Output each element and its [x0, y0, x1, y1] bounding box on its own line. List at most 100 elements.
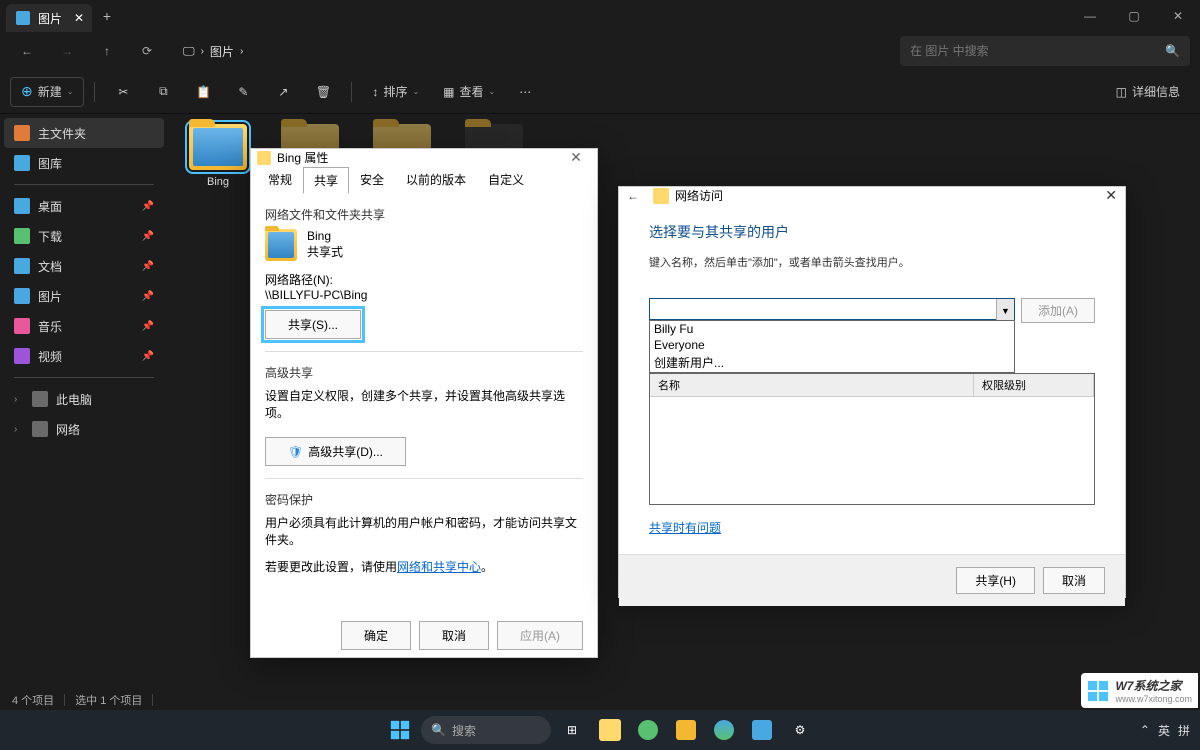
cut-button[interactable]: ✂ — [105, 77, 141, 107]
apply-button[interactable]: 应用(A) — [497, 621, 583, 650]
pin-icon[interactable]: 📌 — [142, 201, 154, 212]
back-button[interactable]: ← — [10, 36, 44, 66]
plus-icon: ⊕ — [21, 83, 33, 100]
search-box[interactable]: 🔍 — [900, 36, 1190, 66]
taskbar-app[interactable] — [669, 713, 703, 747]
maximize-button[interactable]: ▢ — [1112, 0, 1156, 32]
task-view-button[interactable]: ⊞ — [555, 713, 589, 747]
close-button[interactable]: ✕ — [1156, 0, 1200, 32]
breadcrumb-seg[interactable]: 图片 — [207, 43, 237, 60]
sb-label: 下载 — [38, 228, 62, 245]
folder-label: Bing — [184, 176, 252, 188]
music-icon — [14, 318, 30, 334]
dialog-body: 网络文件和文件夹共享 Bing 共享式 网络路径(N): \\BILLYFU-P… — [251, 194, 597, 611]
paste-button[interactable]: 📋 — [185, 77, 221, 107]
pin-icon[interactable]: 📌 — [142, 291, 154, 302]
sidebar-item-network[interactable]: ›网络 — [4, 414, 164, 444]
folder-bing[interactable]: Bing — [184, 124, 252, 188]
refresh-button[interactable]: ⟳ — [130, 36, 164, 66]
copy-button[interactable]: ⧉ — [145, 77, 181, 107]
taskbar-search[interactable]: 🔍搜索 — [421, 716, 551, 744]
chevron-right-icon[interactable]: › — [14, 424, 24, 435]
close-tab-icon[interactable]: ✕ — [74, 11, 84, 25]
dropdown-option[interactable]: 创建新用户... — [650, 353, 1014, 372]
sidebar: 主文件夹 图库 桌面📌 下载 📌 文档📌 图片📌 音乐📌 视频 📌 ›此电脑 ›网络 — [0, 114, 168, 690]
advanced-sharing-button[interactable]: 🛡高级共享(D)... — [265, 437, 406, 466]
dropdown-option[interactable]: Everyone — [650, 337, 1014, 353]
col-permission[interactable]: 权限级别 — [974, 374, 1094, 396]
new-button[interactable]: ⊕新建⌄ — [10, 77, 84, 107]
dropdown-button[interactable]: ▼ — [996, 299, 1014, 322]
sidebar-item-downloads[interactable]: 下载 📌 — [4, 221, 164, 251]
sidebar-item-desktop[interactable]: 桌面📌 — [4, 191, 164, 221]
dialog-titlebar[interactable]: Bing 属性 ✕ — [251, 149, 597, 166]
tab-sharing[interactable]: 共享 — [303, 167, 349, 194]
tab-general[interactable]: 常规 — [257, 166, 303, 193]
start-button[interactable] — [383, 713, 417, 747]
share-button[interactable]: 共享(S)... — [265, 310, 361, 339]
user-combobox[interactable]: ▼ Billy Fu Everyone 创建新用户... — [649, 298, 1015, 323]
chevron-down-icon: ⌄ — [412, 87, 419, 96]
ime-indicator[interactable]: 英 — [1158, 722, 1170, 739]
sidebar-item-home[interactable]: 主文件夹 — [4, 118, 164, 148]
search-icon[interactable]: 🔍 — [1165, 44, 1180, 58]
tab-previous-versions[interactable]: 以前的版本 — [395, 166, 477, 193]
chevron-down-icon: ⌄ — [67, 87, 74, 96]
view-button[interactable]: ▦查看⌄ — [433, 77, 505, 107]
ok-button[interactable]: 确定 — [341, 621, 411, 650]
sidebar-item-thispc[interactable]: ›此电脑 — [4, 384, 164, 414]
sb-label: 视频 — [38, 348, 62, 365]
cancel-button[interactable]: 取消 — [419, 621, 489, 650]
dialog-titlebar[interactable]: ← 网络访问 ✕ — [619, 187, 1125, 204]
share-button[interactable]: ↗ — [265, 77, 301, 107]
col-name[interactable]: 名称 — [650, 374, 974, 396]
sidebar-item-gallery[interactable]: 图库 — [4, 148, 164, 178]
taskbar-app[interactable] — [745, 713, 779, 747]
pin-icon[interactable]: 📌 — [142, 231, 154, 242]
sidebar-item-videos[interactable]: 视频 📌 — [4, 341, 164, 371]
taskbar-app[interactable] — [593, 713, 627, 747]
close-icon[interactable]: ✕ — [561, 149, 591, 166]
sort-button[interactable]: ↕排序⌄ — [362, 77, 429, 107]
sidebar-item-documents[interactable]: 文档📌 — [4, 251, 164, 281]
back-button[interactable]: ← — [627, 189, 647, 203]
taskbar-app[interactable] — [707, 713, 741, 747]
details-pane-button[interactable]: ◫详细信息 — [1106, 77, 1190, 107]
section-header: 网络文件和文件夹共享 — [265, 206, 583, 223]
network-sharing-center-link[interactable]: 网络和共享中心 — [397, 560, 481, 574]
chevron-right-icon[interactable]: › — [14, 394, 24, 405]
add-button[interactable]: 添加(A) — [1021, 298, 1095, 323]
sidebar-item-pictures[interactable]: 图片📌 — [4, 281, 164, 311]
computer-icon — [32, 391, 48, 407]
new-tab-button[interactable]: + — [92, 8, 122, 24]
cancel-button[interactable]: 取消 — [1043, 567, 1105, 594]
forward-button[interactable]: → — [50, 36, 84, 66]
minimize-button[interactable]: — — [1068, 0, 1112, 32]
chevron-up-icon[interactable]: ⌃ — [1140, 723, 1150, 737]
up-button[interactable]: ↑ — [90, 36, 124, 66]
share-button[interactable]: 共享(H) — [956, 567, 1035, 594]
user-input[interactable] — [649, 298, 1015, 320]
network-access-dialog: ← 网络访问 ✕ 选择要与其共享的用户 键入名称，然后单击"添加"，或者单击箭头… — [618, 186, 1126, 598]
breadcrumb[interactable]: 🖵 › 图片 › — [170, 43, 894, 60]
pin-icon[interactable]: 📌 — [142, 261, 154, 272]
taskbar-app[interactable]: ⚙ — [783, 713, 817, 747]
shared-users-list[interactable]: 名称 权限级别 — [649, 373, 1095, 505]
sidebar-item-music[interactable]: 音乐📌 — [4, 311, 164, 341]
tab-security[interactable]: 安全 — [349, 166, 395, 193]
delete-button[interactable]: 🗑 — [305, 77, 341, 107]
search-input[interactable] — [910, 44, 1165, 58]
pin-icon[interactable]: 📌 — [142, 351, 154, 362]
rename-button[interactable]: ✎ — [225, 77, 261, 107]
more-button[interactable]: ⋯ — [509, 77, 541, 107]
close-icon[interactable]: ✕ — [1105, 187, 1117, 204]
sort-label: 排序 — [383, 83, 407, 100]
ime-indicator[interactable]: 拼 — [1178, 722, 1190, 739]
window-tab[interactable]: 图片 ✕ — [6, 4, 92, 32]
troubleshoot-link[interactable]: 共享时有问题 — [649, 521, 721, 535]
taskbar-app[interactable] — [631, 713, 665, 747]
pin-icon[interactable]: 📌 — [142, 321, 154, 332]
shield-icon: 🛡 — [288, 445, 303, 459]
dropdown-option[interactable]: Billy Fu — [650, 321, 1014, 337]
tab-customize[interactable]: 自定义 — [477, 166, 535, 193]
